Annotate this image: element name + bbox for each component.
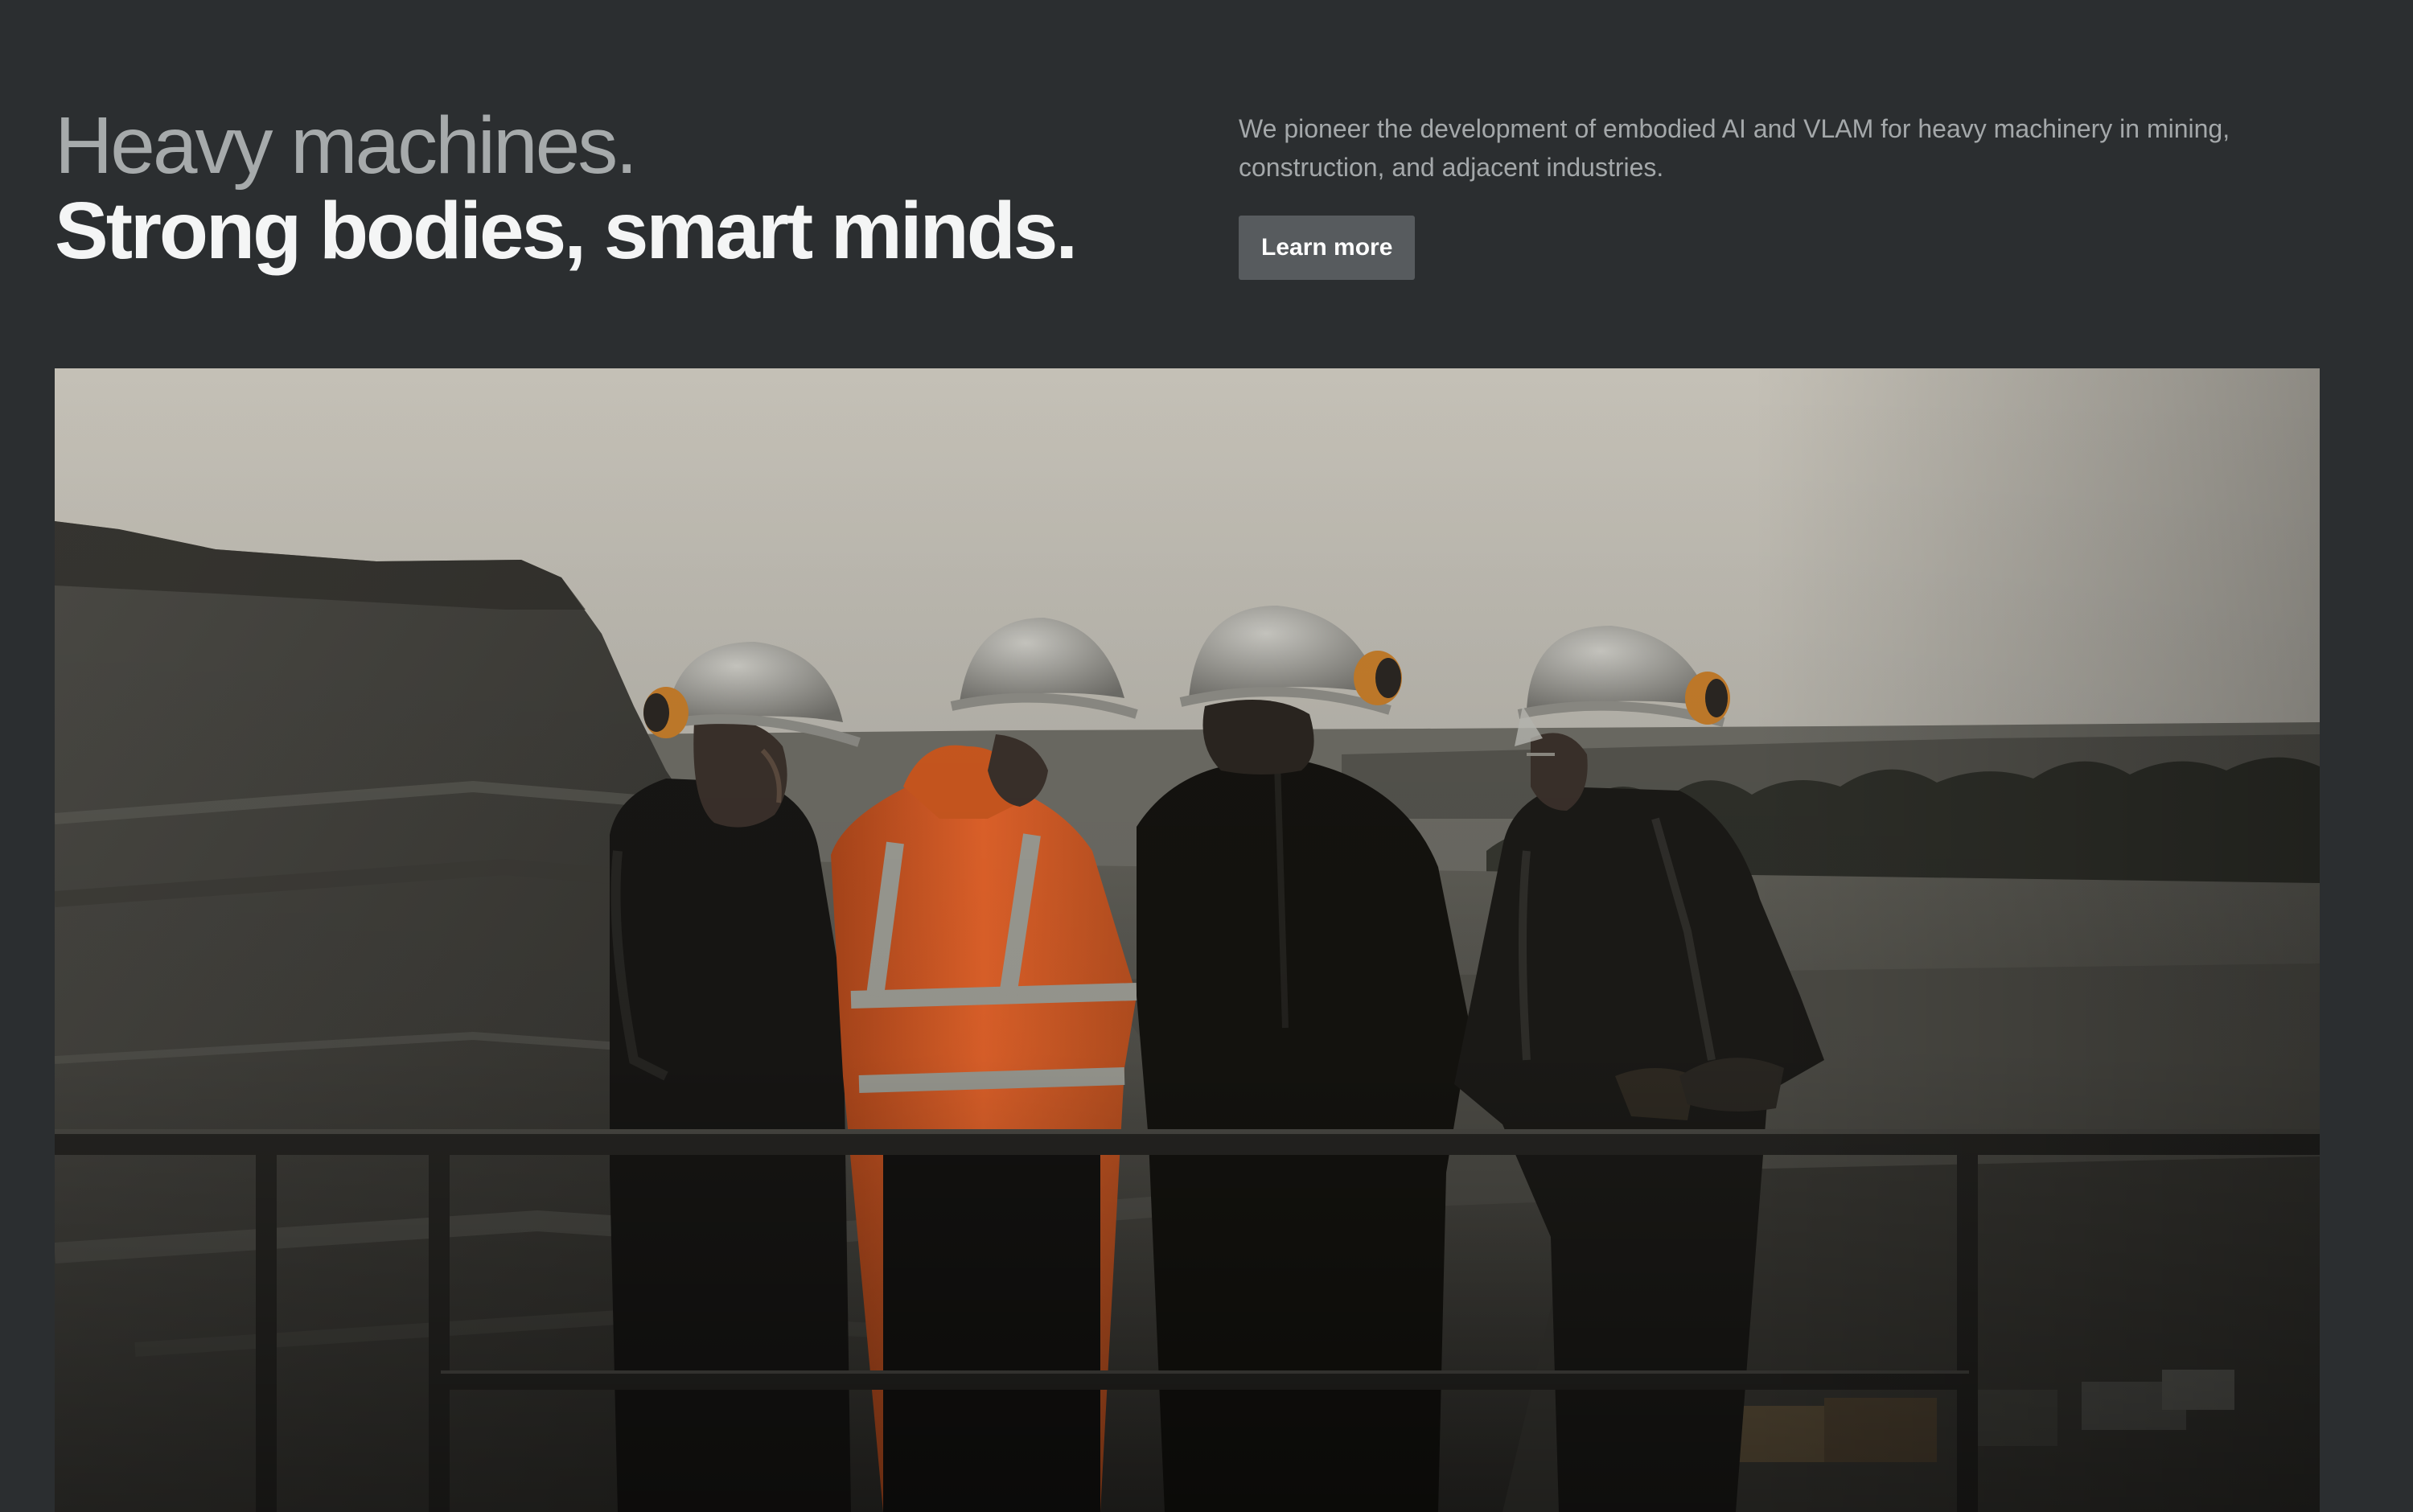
hero-intro: We pioneer the development of embodied A… (1239, 109, 2284, 280)
hero-description: We pioneer the development of embodied A… (1239, 114, 2230, 182)
headline-line-2: Strong bodies, smart minds. (55, 186, 1078, 276)
hero-headline: Heavy machines. Strong bodies, smart min… (55, 101, 1078, 276)
hero-header: Heavy machines. Strong bodies, smart min… (0, 0, 2413, 368)
hero-photo (55, 368, 2320, 1512)
learn-more-button[interactable]: Learn more (1239, 216, 1416, 280)
hero-photo-illustration (55, 368, 2320, 1512)
headline-line-1: Heavy machines. (55, 101, 638, 191)
